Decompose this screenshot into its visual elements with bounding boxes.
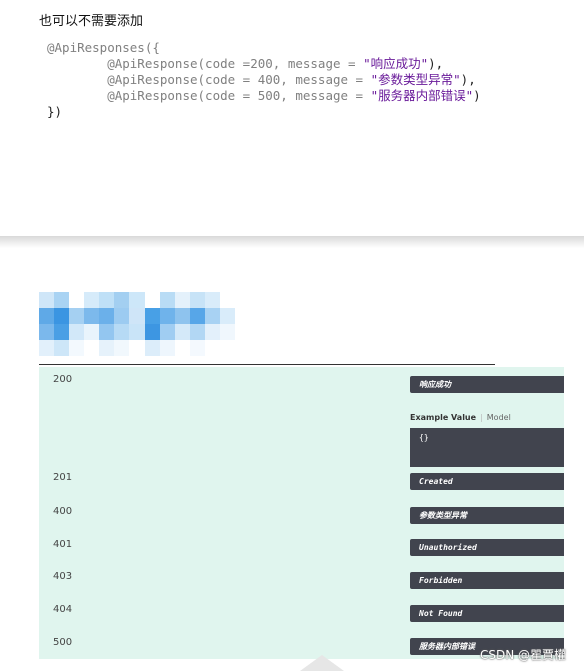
watermark-text: CSDN @瞿賈權	[479, 648, 566, 662]
code-string: "参数类型异常"	[370, 72, 461, 87]
code-prefix: @ApiResponse(code = 400, message =	[47, 72, 371, 87]
code-string: "服务器内部错误"	[370, 88, 474, 103]
response-code-404: 404	[53, 604, 73, 615]
code-line-annotation: @ApiResponses({	[47, 40, 160, 55]
example-value-tab[interactable]: Example Value	[410, 413, 476, 422]
response-code-201: 201	[53, 472, 73, 483]
response-code-401: 401	[53, 539, 73, 550]
code-line: @ApiResponse(code = 400, message = "参数类型…	[47, 72, 476, 87]
response-code-400: 400	[53, 506, 73, 517]
pixelated-title-image	[39, 292, 235, 356]
response-message-403: Forbidden	[410, 572, 564, 589]
response-code-403: 403	[53, 571, 73, 582]
response-message-200: 响应成功	[410, 376, 564, 393]
note-text: 也可以不需要添加	[39, 14, 144, 29]
response-message-201: Created	[410, 473, 564, 490]
title-underline	[39, 364, 495, 365]
response-code-500: 500	[53, 637, 73, 648]
watermark-logo-shape	[300, 655, 344, 671]
code-string: "响应成功"	[363, 56, 429, 71]
code-line: @ApiResponse(code =200, message = "响应成功"…	[47, 56, 443, 71]
code-line-end: })	[47, 104, 63, 119]
model-tab[interactable]: Model	[487, 413, 511, 422]
code-prefix: @ApiResponse(code =200, message =	[47, 56, 364, 71]
code-prefix: @ApiResponse(code = 500, message =	[47, 88, 371, 103]
response-message-401: Unauthorized	[410, 539, 564, 556]
tab-separator: |	[480, 413, 483, 422]
code-line: @ApiResponse(code = 500, message = "服务器内…	[47, 88, 481, 103]
code-suffix: ),	[460, 72, 476, 87]
response-code-200: 200	[53, 374, 73, 385]
screenshot-divider	[0, 236, 584, 248]
responses-panel: 200 响应成功 Example Value | Model {} 201 Crea…	[39, 367, 564, 659]
code-suffix: ),	[428, 56, 444, 71]
example-tabs: Example Value | Model	[410, 413, 511, 422]
code-block: @ApiResponses({ @ApiResponse(code =200, …	[47, 40, 481, 120]
response-message-404: Not Found	[410, 605, 564, 622]
response-message-400: 参数类型异常	[410, 507, 564, 524]
example-value-box: {}	[410, 428, 564, 467]
code-suffix: )	[473, 88, 481, 103]
